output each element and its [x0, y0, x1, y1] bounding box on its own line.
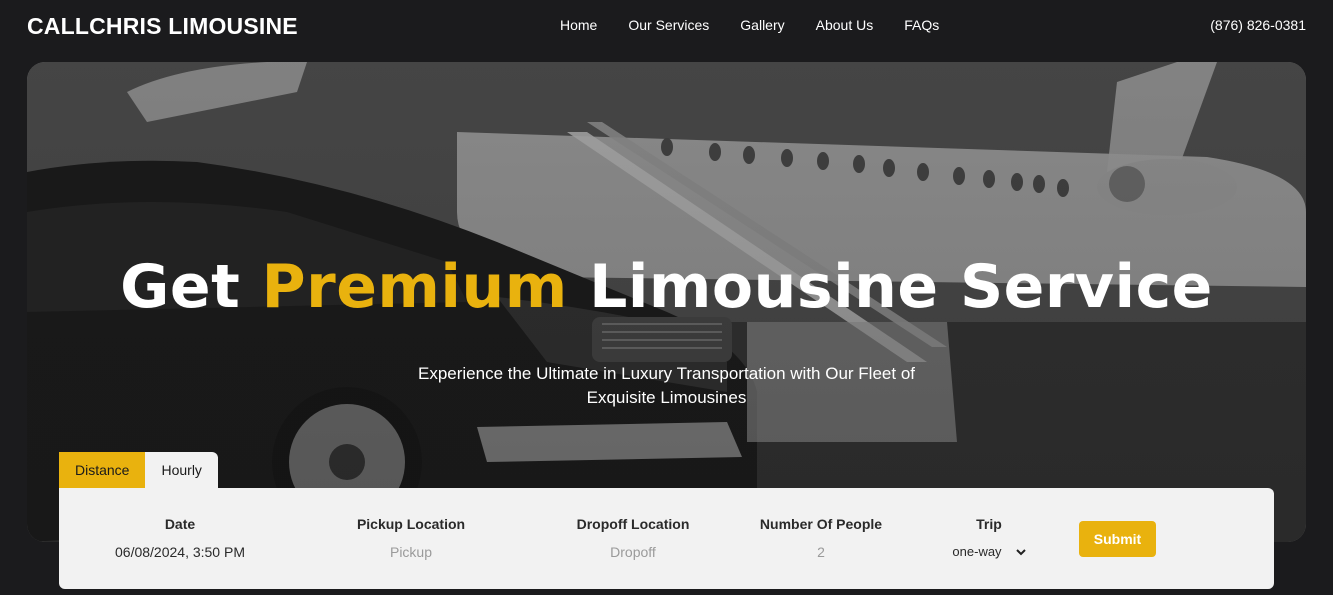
top-navbar: CALLCHRIS LIMOUSINE Home Our Services Ga… [0, 0, 1333, 56]
nav-about-us-link[interactable]: About Us [816, 17, 874, 33]
date-field[interactable]: Date 06/08/2024, 3:50 PM [105, 516, 255, 560]
brand-logo-text[interactable]: CALLCHRIS LIMOUSINE [27, 13, 298, 40]
nav-faqs-link[interactable]: FAQs [904, 17, 939, 33]
subheadline-line2: Exquisite Limousines [586, 388, 747, 407]
dropoff-input[interactable]: Dropoff [553, 544, 713, 560]
headline-accent-word: Premium [261, 252, 568, 322]
tab-distance[interactable]: Distance [59, 452, 146, 488]
headline-part2: Limousine Service [567, 252, 1213, 322]
subheadline-line1: Experience the Ultimate in Luxury Transp… [417, 364, 915, 383]
date-value[interactable]: 06/08/2024, 3:50 PM [105, 544, 255, 560]
booking-tabs: Distance Hourly [59, 452, 218, 488]
nav-home-link[interactable]: Home [560, 17, 597, 33]
nav-our-services-link[interactable]: Our Services [628, 17, 709, 33]
people-label: Number Of People [759, 516, 883, 532]
trip-field[interactable]: Trip one-way [939, 516, 1039, 561]
pickup-field[interactable]: Pickup Location Pickup [333, 516, 489, 560]
trip-select-value: one-way [952, 544, 1002, 559]
dropoff-label: Dropoff Location [576, 516, 690, 532]
hero-headline: Get Premium Limousine Service [27, 252, 1306, 322]
pickup-input[interactable]: Pickup [333, 544, 489, 560]
date-label: Date [164, 516, 196, 532]
hero-banner: Get Premium Limousine Service Experience… [27, 62, 1306, 542]
pickup-label: Pickup Location [356, 516, 466, 532]
trip-select[interactable]: one-way [952, 544, 1026, 559]
nav-gallery-link[interactable]: Gallery [740, 17, 784, 33]
phone-number[interactable]: (876) 826-0381 [1210, 17, 1306, 33]
dropoff-field[interactable]: Dropoff Location Dropoff [553, 516, 713, 560]
people-input[interactable]: 2 [751, 544, 891, 560]
hero-subheadline: Experience the Ultimate in Luxury Transp… [27, 362, 1306, 410]
submit-button[interactable]: Submit [1079, 521, 1156, 557]
main-nav: Home Our Services Gallery About Us FAQs [560, 17, 970, 33]
chevron-down-icon[interactable] [1015, 544, 1026, 559]
tab-hourly[interactable]: Hourly [145, 452, 218, 488]
trip-label: Trip [976, 516, 1002, 532]
headline-part1: Get [120, 252, 262, 322]
booking-form: Date 06/08/2024, 3:50 PM Pickup Location… [59, 488, 1274, 589]
people-field[interactable]: Number Of People 2 [751, 516, 891, 560]
